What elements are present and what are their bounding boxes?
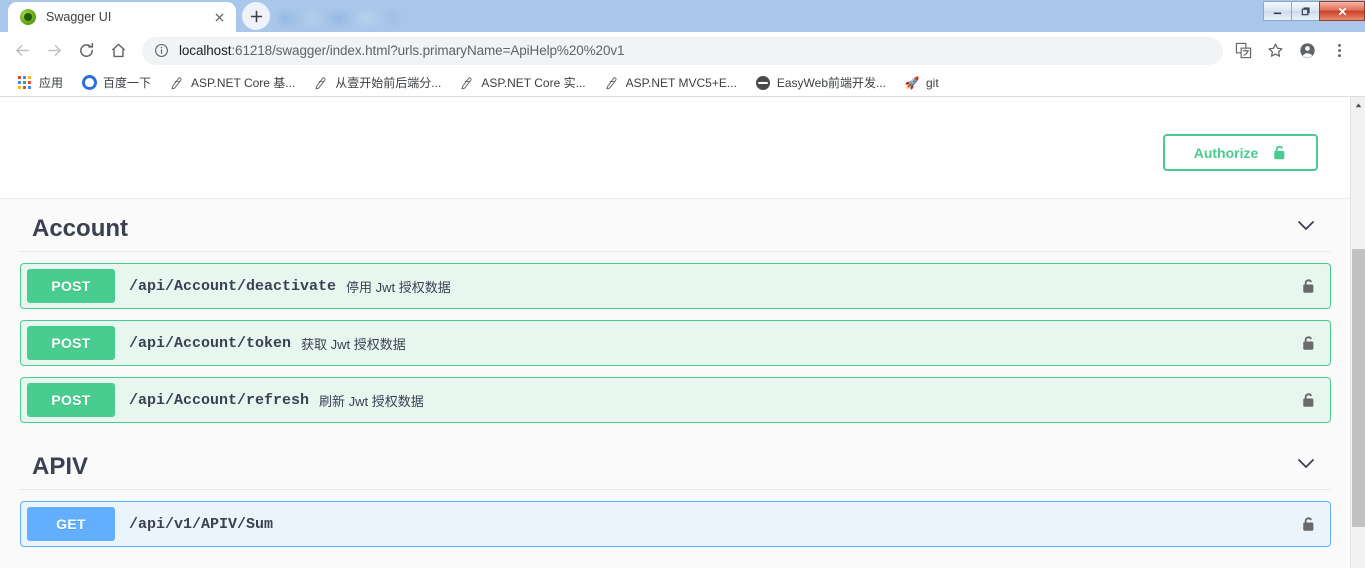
bookmark-fullstack-series[interactable]: 从壹开始前后端分...	[306, 72, 448, 94]
tab-strip: Swagger UI	[0, 0, 1365, 32]
tag-title: APIV	[32, 453, 89, 480]
bookmark-git[interactable]: 🚀 git	[897, 72, 946, 94]
address-bar-url: localhost:61218/swagger/index.html?urls.…	[179, 43, 624, 58]
operation-summary: 刷新 Jwt 授权数据	[319, 393, 424, 409]
bookmark-apps[interactable]: 应用	[10, 72, 70, 94]
browser-toolbar: localhost:61218/swagger/index.html?urls.…	[0, 32, 1365, 69]
unlocked-padlock-icon[interactable]	[1301, 516, 1316, 533]
bookmark-aspnet-core-practice[interactable]: ASP.NET Core 实...	[452, 72, 592, 94]
bookmark-label: EasyWeb前端开发...	[776, 76, 886, 90]
pen-icon	[604, 75, 620, 91]
bookmark-label: ASP.NET Core 基...	[191, 76, 296, 90]
pen-icon	[169, 75, 185, 91]
authorize-button-label: Authorize	[1193, 144, 1259, 161]
bookmark-easyweb[interactable]: EasyWeb前端开发...	[748, 72, 893, 94]
bookmark-label: 百度一下	[103, 76, 152, 90]
translate-icon[interactable]	[1229, 37, 1257, 65]
back-arrow-icon[interactable]	[8, 37, 36, 65]
restore-window-button[interactable]	[1291, 1, 1320, 21]
scroll-up-arrow-icon[interactable]	[1351, 97, 1365, 113]
forward-arrow-icon[interactable]	[40, 37, 68, 65]
apps-grid-icon	[17, 75, 33, 91]
home-icon[interactable]	[104, 37, 132, 65]
bookmark-star-icon[interactable]	[1261, 37, 1289, 65]
bookmark-label: 从壹开始前后端分...	[335, 76, 442, 90]
window-controls	[1263, 0, 1365, 22]
operation-row[interactable]: POST /api/Account/refresh 刷新 Jwt 授权数据	[20, 377, 1331, 423]
new-tab-button[interactable]	[242, 2, 270, 30]
bookmark-label: ASP.NET MVC5+E...	[625, 75, 737, 90]
operation-summary: 获取 Jwt 授权数据	[301, 336, 406, 352]
unlocked-padlock-icon[interactable]	[1301, 278, 1316, 295]
browser-tab-swagger-ui[interactable]: Swagger UI	[8, 2, 236, 32]
operation-path: /api/Account/token	[129, 334, 292, 352]
operation-row[interactable]: POST /api/Account/token 获取 Jwt 授权数据	[20, 320, 1331, 366]
profile-avatar-icon[interactable]	[1293, 37, 1321, 65]
reload-icon[interactable]	[72, 37, 100, 65]
tag-header-account[interactable]: Account	[20, 199, 1331, 252]
page-scrollbar[interactable]	[1350, 97, 1365, 568]
unlocked-padlock-icon[interactable]	[1301, 392, 1316, 409]
tag-title: Account	[32, 215, 128, 242]
operation-row[interactable]: POST /api/Account/deactivate 停用 Jwt 授权数据	[20, 263, 1331, 309]
tab-strip-left-padding	[0, 0, 8, 32]
unlocked-padlock-icon[interactable]	[1301, 335, 1316, 352]
swagger-scheme-container: Authorize	[0, 97, 1351, 199]
http-method-badge: POST	[27, 269, 115, 303]
bookmark-aspnet-core-basics[interactable]: ASP.NET Core 基...	[162, 72, 302, 94]
http-method-badge: POST	[27, 383, 115, 417]
address-bar[interactable]: localhost:61218/swagger/index.html?urls.…	[142, 36, 1223, 65]
baidu-icon	[81, 75, 97, 91]
tag-section-account: Account POST /api/Account/deactivate 停用 …	[0, 199, 1351, 423]
url-path: :61218/swagger/index.html?urls.primaryNa…	[231, 43, 625, 58]
http-method-badge: GET	[27, 507, 115, 541]
scrollbar-thumb[interactable]	[1352, 249, 1365, 527]
chevron-down-icon[interactable]	[1295, 214, 1317, 236]
bookmarks-bar: 应用 百度一下 ASP.NET Core 基... 从壹开始前后端分... AS…	[0, 69, 1365, 97]
bookmark-aspnet-mvc5-ef[interactable]: ASP.NET MVC5+E...	[597, 72, 744, 94]
pen-icon	[459, 75, 475, 91]
pen-icon	[313, 75, 329, 91]
bookmark-label: ASP.NET Core 实...	[481, 76, 586, 90]
minimize-window-button[interactable]	[1263, 1, 1292, 21]
close-icon[interactable]	[210, 8, 228, 26]
obscured-background-window	[280, 12, 398, 25]
http-method-badge: POST	[27, 326, 115, 360]
tag-header-apiv[interactable]: APIV	[20, 437, 1331, 490]
close-window-button[interactable]	[1319, 1, 1365, 21]
bookmark-label: 应用	[39, 76, 64, 90]
bookmark-label: git	[926, 75, 939, 90]
operation-row[interactable]: GET /api/v1/APIV/Sum	[20, 501, 1331, 547]
swagger-operations-body: Account POST /api/Account/deactivate 停用 …	[0, 199, 1351, 568]
swagger-ui-page: Authorize Account POST /api/Account/deac…	[0, 97, 1351, 568]
unlocked-padlock-icon	[1274, 145, 1285, 160]
operation-summary: 停用 Jwt 授权数据	[346, 279, 451, 295]
toolbar-right-actions	[1229, 37, 1357, 65]
tab-title: Swagger UI	[46, 10, 112, 24]
url-host: localhost	[179, 43, 232, 58]
tag-section-apiv: APIV GET /api/v1/APIV/Sum	[0, 437, 1351, 547]
chrome-menu-icon[interactable]	[1325, 37, 1353, 65]
swagger-logo-icon	[20, 9, 36, 25]
bookmark-baidu[interactable]: 百度一下	[74, 72, 158, 94]
authorize-button[interactable]: Authorize	[1163, 134, 1318, 171]
site-info-icon[interactable]	[154, 43, 169, 58]
operation-path: /api/v1/APIV/Sum	[129, 515, 274, 533]
browser-window: Swagger UI localhost:61218/swagger/index…	[0, 0, 1365, 568]
page-viewport: Authorize Account POST /api/Account/deac…	[0, 97, 1365, 568]
operation-path: /api/Account/refresh	[129, 391, 310, 409]
operation-path: /api/Account/deactivate	[129, 277, 337, 295]
rocket-icon: 🚀	[904, 75, 920, 90]
chevron-down-icon[interactable]	[1295, 452, 1317, 474]
globe-icon	[755, 75, 771, 91]
